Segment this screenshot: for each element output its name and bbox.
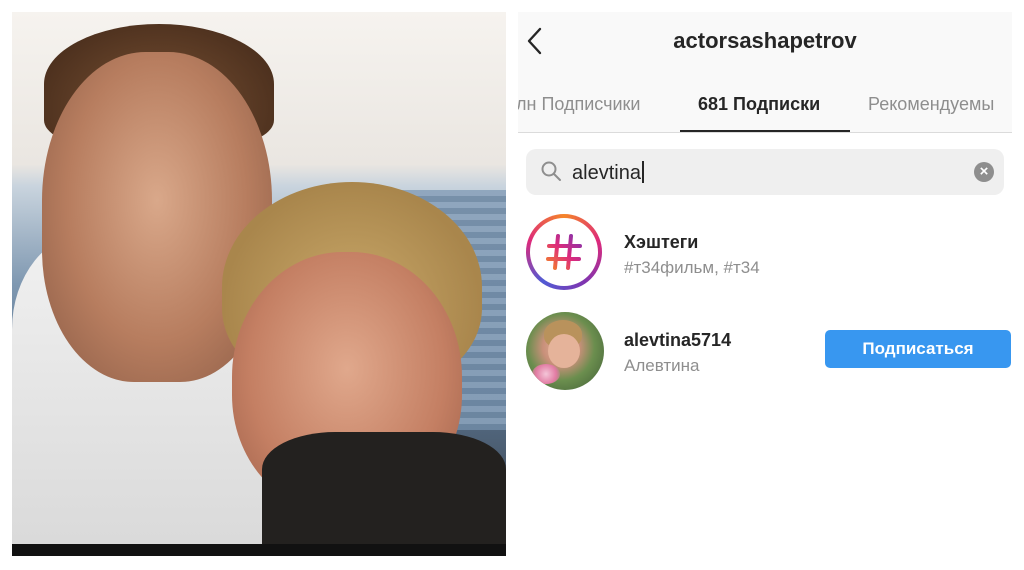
clear-icon[interactable]: × bbox=[974, 162, 994, 182]
result-hashtags[interactable]: Хэштеги #т34фильм, #т34 bbox=[518, 212, 1012, 292]
follow-button[interactable]: Подписаться bbox=[825, 330, 1011, 368]
active-tab-indicator bbox=[680, 130, 850, 132]
search-input[interactable]: alevtina bbox=[572, 161, 644, 185]
photo-bottom-bar bbox=[12, 544, 506, 556]
result-user[interactable]: alevtina5714 Алевтина Подписаться bbox=[518, 310, 1012, 390]
tab-bar: лн Подписчики 681 Подписки Рекомендуемы bbox=[518, 76, 1012, 133]
search-icon bbox=[540, 160, 562, 182]
result-title: Хэштеги bbox=[624, 232, 699, 252]
woman-clothing bbox=[262, 432, 506, 556]
selfie-photo bbox=[12, 12, 506, 556]
following-screen: actorsashapetrov лн Подписчики 681 Подпи… bbox=[518, 12, 1012, 556]
page-title: actorsashapetrov bbox=[673, 28, 857, 53]
tab-recommended[interactable]: Рекомендуемы bbox=[868, 94, 994, 115]
username-label[interactable]: alevtina5714 bbox=[624, 330, 731, 351]
hashtag-icon bbox=[530, 218, 598, 286]
search-field[interactable]: alevtina × bbox=[526, 149, 1004, 195]
result-subtitle: #т34фильм, #т34 bbox=[624, 258, 760, 277]
avatar[interactable] bbox=[526, 312, 604, 390]
tab-following[interactable]: 681 Подписки bbox=[698, 94, 820, 115]
fullname-label: Алевтина bbox=[624, 356, 700, 375]
tab-followers[interactable]: лн Подписчики bbox=[518, 94, 640, 115]
hashtag-avatar-ring bbox=[526, 214, 602, 290]
top-bar: actorsashapetrov bbox=[518, 12, 1012, 76]
text-caret bbox=[641, 161, 644, 183]
